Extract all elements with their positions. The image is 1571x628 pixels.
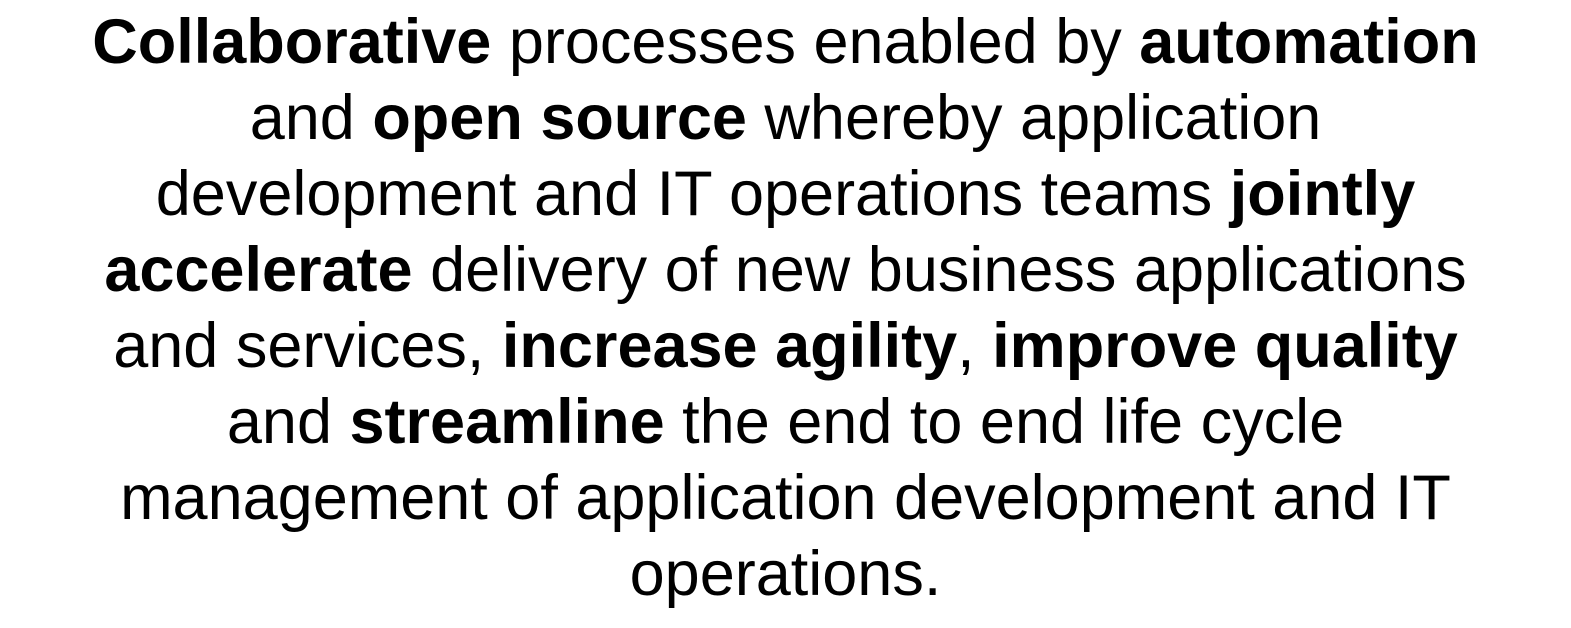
text-run: and	[249, 83, 373, 153]
text-run: whereby application	[746, 83, 1322, 153]
text-run: ,	[957, 311, 993, 381]
text-run: and	[226, 387, 350, 457]
bold-phrase: Collaborative	[92, 7, 492, 77]
bold-phrase: increase agility	[501, 311, 958, 381]
bold-phrase: automation	[1139, 7, 1479, 77]
paragraph-line-5: and services, increase agility, improve …	[113, 308, 1458, 384]
paragraph-line-2: and open source whereby application	[250, 80, 1322, 156]
paragraph-line-1: Collaborative processes enabled by autom…	[92, 4, 1479, 80]
text-run: delivery of new business applications	[412, 235, 1467, 305]
bold-phrase: streamline	[349, 387, 665, 457]
paragraph-line-8: operations.	[630, 536, 942, 612]
text-run: operations.	[629, 539, 942, 609]
text-run: the end to end life cycle	[664, 387, 1345, 457]
paragraph-line-6: and streamline the end to end life cycle	[227, 384, 1344, 460]
text-run: development and IT operations teams	[155, 159, 1230, 229]
document-page: Collaborative processes enabled by autom…	[0, 0, 1571, 628]
text-run: management of application development an…	[120, 463, 1451, 533]
bold-phrase: open source	[372, 83, 747, 153]
text-run: and services,	[113, 311, 502, 381]
bold-phrase: accelerate	[104, 235, 413, 305]
paragraph-line-3: development and IT operations teams join…	[156, 156, 1415, 232]
bold-phrase: improve quality	[992, 311, 1458, 381]
text-run: processes enabled by	[491, 7, 1140, 77]
paragraph-line-7: management of application development an…	[120, 460, 1451, 536]
paragraph-line-4: accelerate delivery of new business appl…	[104, 232, 1466, 308]
bold-phrase: jointly	[1229, 159, 1416, 229]
